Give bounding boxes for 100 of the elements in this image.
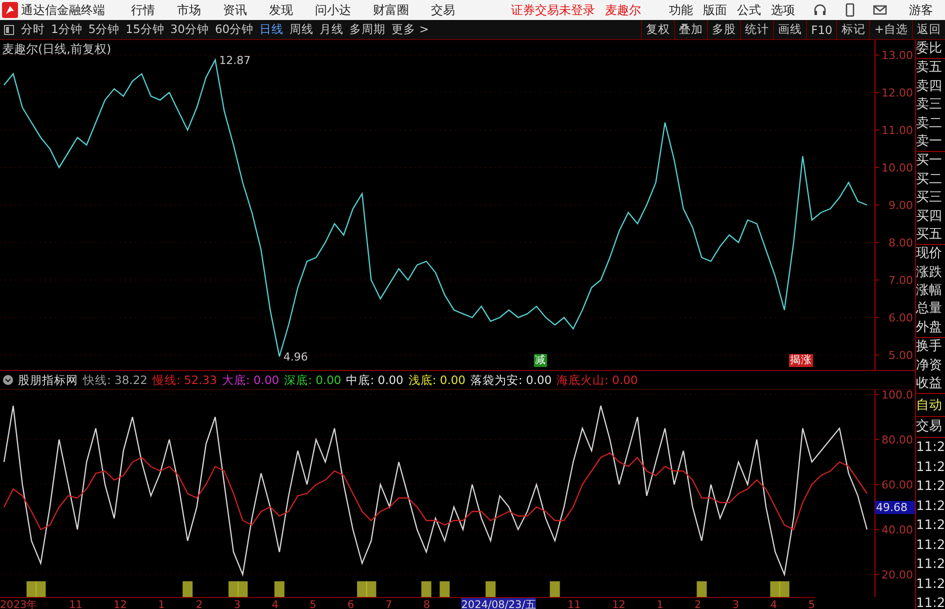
trade-time: 11:2 (916, 498, 945, 516)
legend-entry: 快线: 38.22 (83, 372, 148, 388)
chart-title: 麦趣尔(日线,前复权) (2, 41, 112, 58)
period-tab[interactable]: 1分钟 (48, 22, 86, 37)
legend-entry: 慢线: 52.33 (152, 372, 217, 388)
quote-field-label: 卖三 (916, 96, 943, 114)
menu-item[interactable]: 发现 (269, 2, 293, 18)
time-axis-label: 7 (385, 599, 392, 609)
time-axis-label: 2 (196, 599, 203, 609)
time-axis-label: 3 (234, 599, 241, 609)
quote-field-label: 买三 (916, 189, 943, 208)
legend-entry: 中底: 0.00 (346, 372, 404, 388)
legend-entry: 浅底: 0.00 (408, 372, 466, 388)
axis-tick-label: 6.00 (888, 312, 913, 324)
quote-field-label: 换手 (916, 338, 943, 356)
stock-name: 麦趣尔 (605, 2, 641, 18)
menu-item[interactable]: 行情 (131, 2, 155, 18)
toolbar-button[interactable]: 叠加 (674, 20, 708, 40)
dropdown-icon[interactable] (3, 375, 13, 385)
axis-tick-label: 11.00 (882, 124, 913, 137)
toolbar-button[interactable]: 画线 (773, 20, 806, 40)
time-axis-label: 3 (732, 599, 740, 609)
time-axis-label: 8 (423, 599, 430, 609)
quote-field-label: 买一 (916, 152, 943, 170)
quote-field-label: 现价 (916, 245, 943, 264)
axis-tick-label: 8.00 (888, 236, 913, 250)
axis-tick-label: 10.00 (882, 162, 913, 174)
axis-tick-label: 40.00 (882, 524, 913, 536)
panel-toggle-icon[interactable] (4, 24, 14, 34)
time-axis-label: 6 (348, 599, 354, 609)
axis-tick-label: 5.00 (888, 349, 913, 362)
quote-field-label: 卖一 (916, 132, 943, 151)
time-axis-label: 2 (694, 599, 702, 609)
time-axis-label: 12 (612, 599, 626, 609)
toolbar-menu[interactable]: 功能 (669, 2, 693, 18)
period-tab[interactable]: 月线 (316, 22, 347, 37)
toolbar-menu[interactable]: 版面 (703, 2, 727, 18)
axis-tick-label: 60.00 (882, 478, 913, 492)
period-tab[interactable]: 更多 > (388, 22, 432, 37)
trade-time: 11:2 (916, 595, 945, 609)
toolbar-button[interactable]: +自选 (869, 20, 912, 40)
guest-button[interactable]: 游客 (909, 2, 933, 18)
quote-field-label: 总量 (916, 300, 943, 318)
toolbar-button[interactable]: F10 (806, 20, 836, 40)
toolbar-button[interactable]: 多股 (707, 20, 740, 40)
signal-tag: 减 (534, 354, 547, 367)
period-tab[interactable]: 多周期 (346, 22, 389, 37)
period-tab[interactable]: 5分钟 (85, 22, 123, 37)
menu-item[interactable]: 财富圈 (373, 2, 409, 18)
toolbar-button[interactable]: 标记 (836, 20, 870, 40)
period-tab[interactable]: 分时 (18, 22, 48, 37)
axis-tick-label: 9.00 (888, 199, 913, 212)
time-axis-label: 1 (158, 599, 165, 609)
axis-tick-label: 12.00 (882, 86, 913, 100)
period-tab[interactable]: 日线 (256, 22, 287, 37)
trade-time: 11:2 (916, 576, 945, 594)
legend-entry: 大底: 0.00 (222, 372, 280, 388)
menu-item[interactable]: 市场 (177, 2, 201, 18)
current-value-label: 49.68 (875, 500, 915, 514)
menu-item[interactable]: 交易 (431, 2, 455, 18)
trade-time: 11:2 (916, 478, 945, 496)
period-tab[interactable]: 15分钟 (122, 22, 168, 37)
time-axis-label: 11 (567, 599, 581, 609)
toolbar-button[interactable]: 复权 (641, 20, 674, 40)
toolbar-menu[interactable]: 选项 (771, 2, 795, 18)
mail-icon[interactable] (873, 3, 887, 17)
indicator-name: 股朋指标网 (18, 372, 78, 388)
axis-tick-label: 80.00 (882, 434, 913, 446)
login-status: 证券交易未登录 (511, 2, 595, 18)
signal-tag: 揭涨 (789, 354, 813, 367)
toolbar-menu[interactable]: 公式 (737, 2, 761, 18)
period-tab[interactable]: 60分钟 (212, 22, 257, 37)
menu-item[interactable]: 问小达 (315, 2, 351, 18)
time-axis-label: 2024/08/23/五 (461, 598, 536, 609)
axis-tick-label: 13.00 (882, 49, 913, 62)
menu-item[interactable]: 资讯 (223, 2, 247, 18)
legend-entry: 落袋为安: 0.00 (470, 372, 552, 388)
quote-field-label: 涨跌 (916, 264, 943, 282)
trade-time: 11:2 (916, 536, 945, 555)
period-tab[interactable]: 30分钟 (167, 22, 212, 37)
headset-icon[interactable] (813, 3, 827, 17)
axis-tick-label: 20.00 (882, 568, 913, 582)
toolbar-button[interactable]: 统计 (740, 20, 774, 40)
quote-field-label: 买二 (916, 170, 943, 189)
time-axis-label: 4 (770, 599, 777, 609)
phone-icon[interactable] (843, 3, 857, 17)
quote-field-label: 买四 (916, 208, 943, 226)
quote-field-label: 净资 (916, 356, 943, 375)
period-tab[interactable]: 周线 (286, 22, 317, 37)
time-axis-label: 5 (310, 599, 316, 609)
trade-header: 交易 (916, 417, 945, 438)
time-axis-label: 11 (68, 599, 82, 609)
time-axis-label: 2023年 (0, 598, 38, 609)
auto-trade-label: 自动 (916, 396, 945, 418)
toolbar-button[interactable]: 返回 (912, 20, 945, 40)
time-axis-label: 12 (114, 599, 127, 609)
quote-field-label: 收益 (916, 375, 943, 394)
legend-entry: 深底: 0.00 (284, 372, 342, 388)
trade-time: 11:2 (916, 556, 945, 574)
time-axis-label: 4 (272, 599, 278, 609)
